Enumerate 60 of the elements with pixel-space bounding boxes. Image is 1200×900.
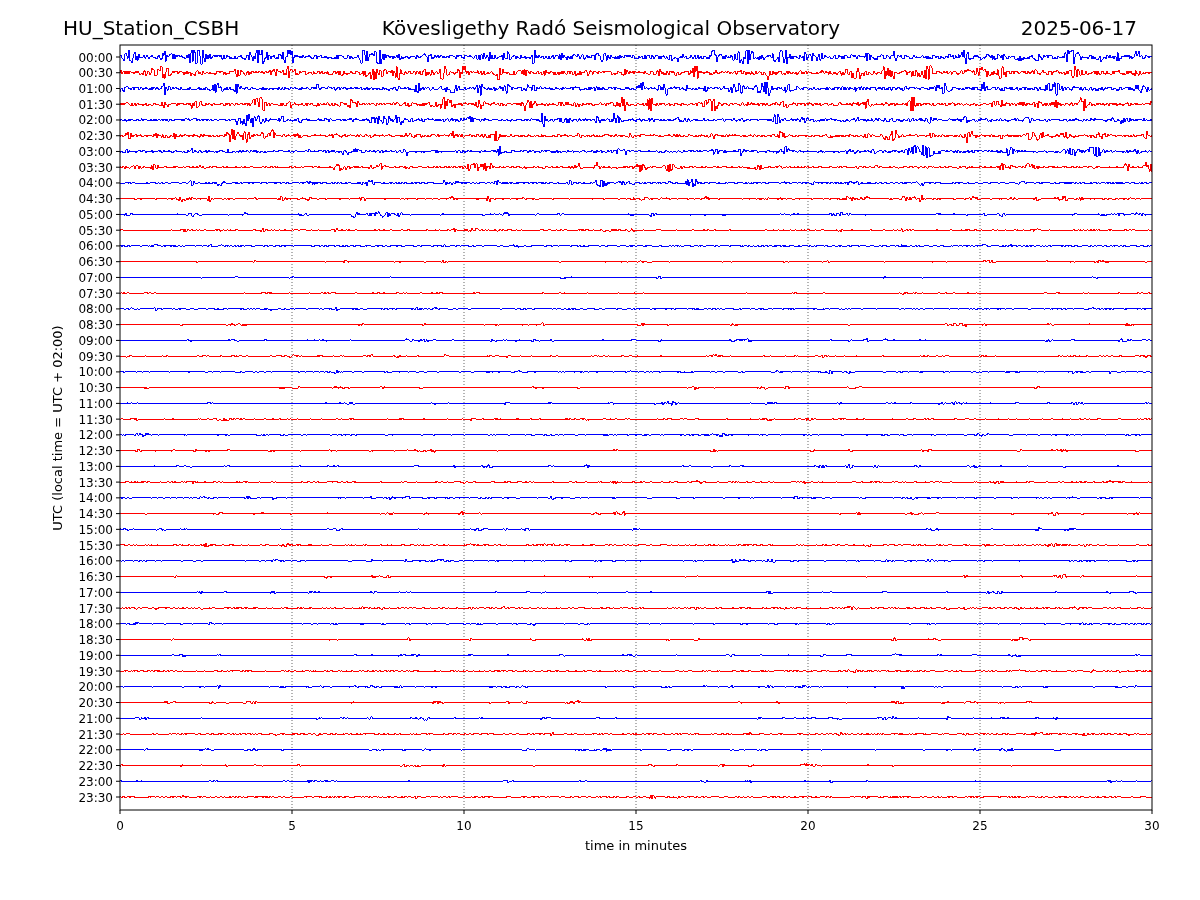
time-label: 11:30	[78, 412, 113, 427]
time-label: 05:30	[78, 223, 113, 238]
time-label: 15:30	[78, 538, 113, 553]
time-label: 03:00	[78, 144, 113, 159]
time-label: 01:00	[78, 82, 113, 96]
plot-title: Kövesligethy Radó Seismological Observatory	[381, 16, 841, 40]
time-label: 16:30	[78, 570, 113, 585]
time-label: 11:00	[78, 396, 113, 411]
time-label: 15:00	[78, 522, 113, 537]
time-label: 13:00	[78, 459, 113, 474]
time-label: 06:00	[78, 239, 113, 254]
time-label: 17:30	[78, 601, 113, 616]
time-label: 14:30	[78, 507, 113, 522]
time-label: 18:30	[78, 633, 113, 648]
time-label: 07:00	[78, 270, 113, 285]
time-label: 04:30	[78, 192, 113, 207]
time-label: 17:00	[78, 585, 113, 600]
x-tick-label: 0	[116, 819, 124, 833]
time-label: 07:30	[78, 286, 113, 301]
time-label: 10:30	[78, 381, 113, 396]
time-label: 13:30	[78, 475, 113, 490]
time-label: 04:00	[78, 176, 113, 191]
x-tick-label: 5	[288, 819, 296, 833]
plot-date: 2025-06-17	[1020, 16, 1137, 40]
time-label: 06:30	[78, 255, 113, 270]
time-label: 23:00	[78, 774, 113, 789]
time-label: 20:30	[78, 696, 113, 711]
time-label: 09:30	[78, 349, 113, 364]
x-tick-label: 10	[456, 819, 472, 833]
time-label: 20:00	[78, 680, 113, 695]
time-label: 16:00	[78, 554, 113, 569]
time-label: 02:00	[78, 113, 113, 128]
time-label: 03:30	[78, 160, 113, 175]
station-name: HU_Station_CSBH	[63, 16, 240, 40]
time-label: 05:00	[78, 207, 113, 222]
time-label: 12:30	[78, 444, 113, 459]
time-label: 19:00	[78, 648, 113, 663]
x-tick-label: 25	[972, 819, 988, 833]
time-label: 00:00	[78, 50, 113, 65]
y-axis-label: UTC (local time = UTC + 02:00)	[50, 325, 65, 531]
x-tick-label: 15	[628, 819, 644, 833]
time-label: 10:00	[78, 365, 113, 380]
x-tick-label: 20	[800, 819, 816, 833]
time-label: 23:30	[78, 790, 113, 805]
time-label: 12:00	[78, 428, 113, 443]
time-label: 02:30	[78, 129, 113, 144]
time-label: 22:00	[78, 743, 113, 758]
time-label: 18:00	[78, 617, 113, 632]
time-label: 08:00	[78, 302, 113, 317]
time-label: 21:30	[78, 727, 113, 742]
x-axis-label: time in minutes	[584, 838, 688, 853]
time-label: 09:00	[78, 333, 113, 348]
time-label: 21:00	[78, 711, 113, 726]
time-label: 01:30	[78, 97, 113, 112]
x-tick-label: 30	[1144, 819, 1160, 833]
time-label: 22:30	[78, 759, 113, 773]
time-label: 14:00	[78, 491, 113, 506]
time-label: 19:30	[78, 664, 113, 679]
time-label: 00:30	[78, 66, 113, 81]
time-label: 08:30	[78, 318, 113, 333]
